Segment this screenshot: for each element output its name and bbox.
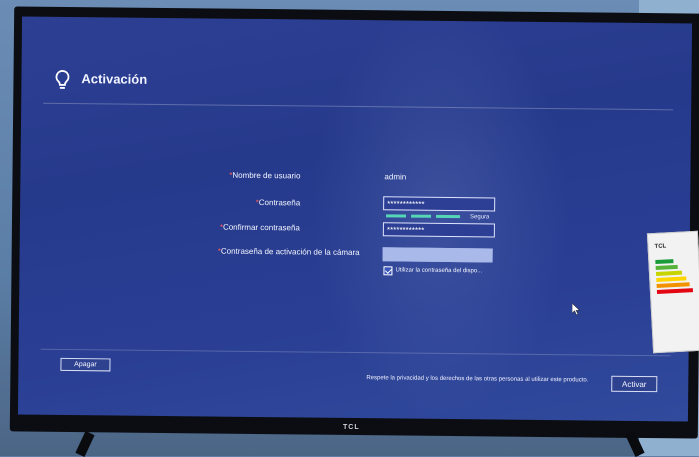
camera-password-label: *Contraseña de activación de la cámara: [78, 245, 360, 257]
activate-button[interactable]: Activar: [611, 376, 657, 392]
use-device-password-label: Utilizar la contraseña del dispo...: [395, 267, 482, 274]
energy-bar: [657, 282, 690, 288]
energy-bar: [656, 276, 686, 282]
energy-label-sticker: TCL: [647, 231, 699, 354]
tv-brand-logo: TCL: [343, 424, 360, 431]
activation-screen: Activación *Nombre de usuario admin *Con…: [18, 17, 692, 422]
mouse-cursor-icon: [572, 303, 580, 315]
energy-bar: [657, 288, 693, 294]
energy-bar: [656, 265, 678, 270]
password-label-text: Contraseña: [259, 198, 300, 207]
energy-bar: [656, 271, 682, 276]
camera-password-label-text: Contraseña de activación de la cámara: [221, 247, 360, 257]
energy-bar: [655, 259, 673, 264]
password-field[interactable]: ************: [383, 196, 495, 211]
use-device-password-checkbox[interactable]: [383, 266, 392, 275]
confirm-label: *Confirmar contraseña: [80, 221, 300, 232]
strength-label: Segura: [470, 214, 489, 220]
strength-segment-3: [436, 215, 460, 218]
password-label: *Contraseña: [80, 196, 300, 207]
page-title: Activación: [81, 71, 147, 87]
shutdown-button[interactable]: Apagar: [60, 358, 110, 372]
strength-segment-1: [386, 214, 406, 217]
camera-password-field[interactable]: [383, 247, 493, 262]
username-label: *Nombre de usuario: [80, 169, 300, 180]
username-value: admin: [384, 172, 406, 181]
username-label-text: Nombre de usuario: [232, 171, 300, 181]
lightbulb-icon: [53, 69, 71, 91]
confirm-password-field[interactable]: ************: [383, 222, 495, 237]
strength-segment-2: [411, 215, 431, 218]
energy-label-brand: TCL: [654, 243, 666, 250]
confirm-label-text: Confirmar contraseña: [223, 223, 300, 233]
title-bar: Activación: [43, 63, 673, 111]
